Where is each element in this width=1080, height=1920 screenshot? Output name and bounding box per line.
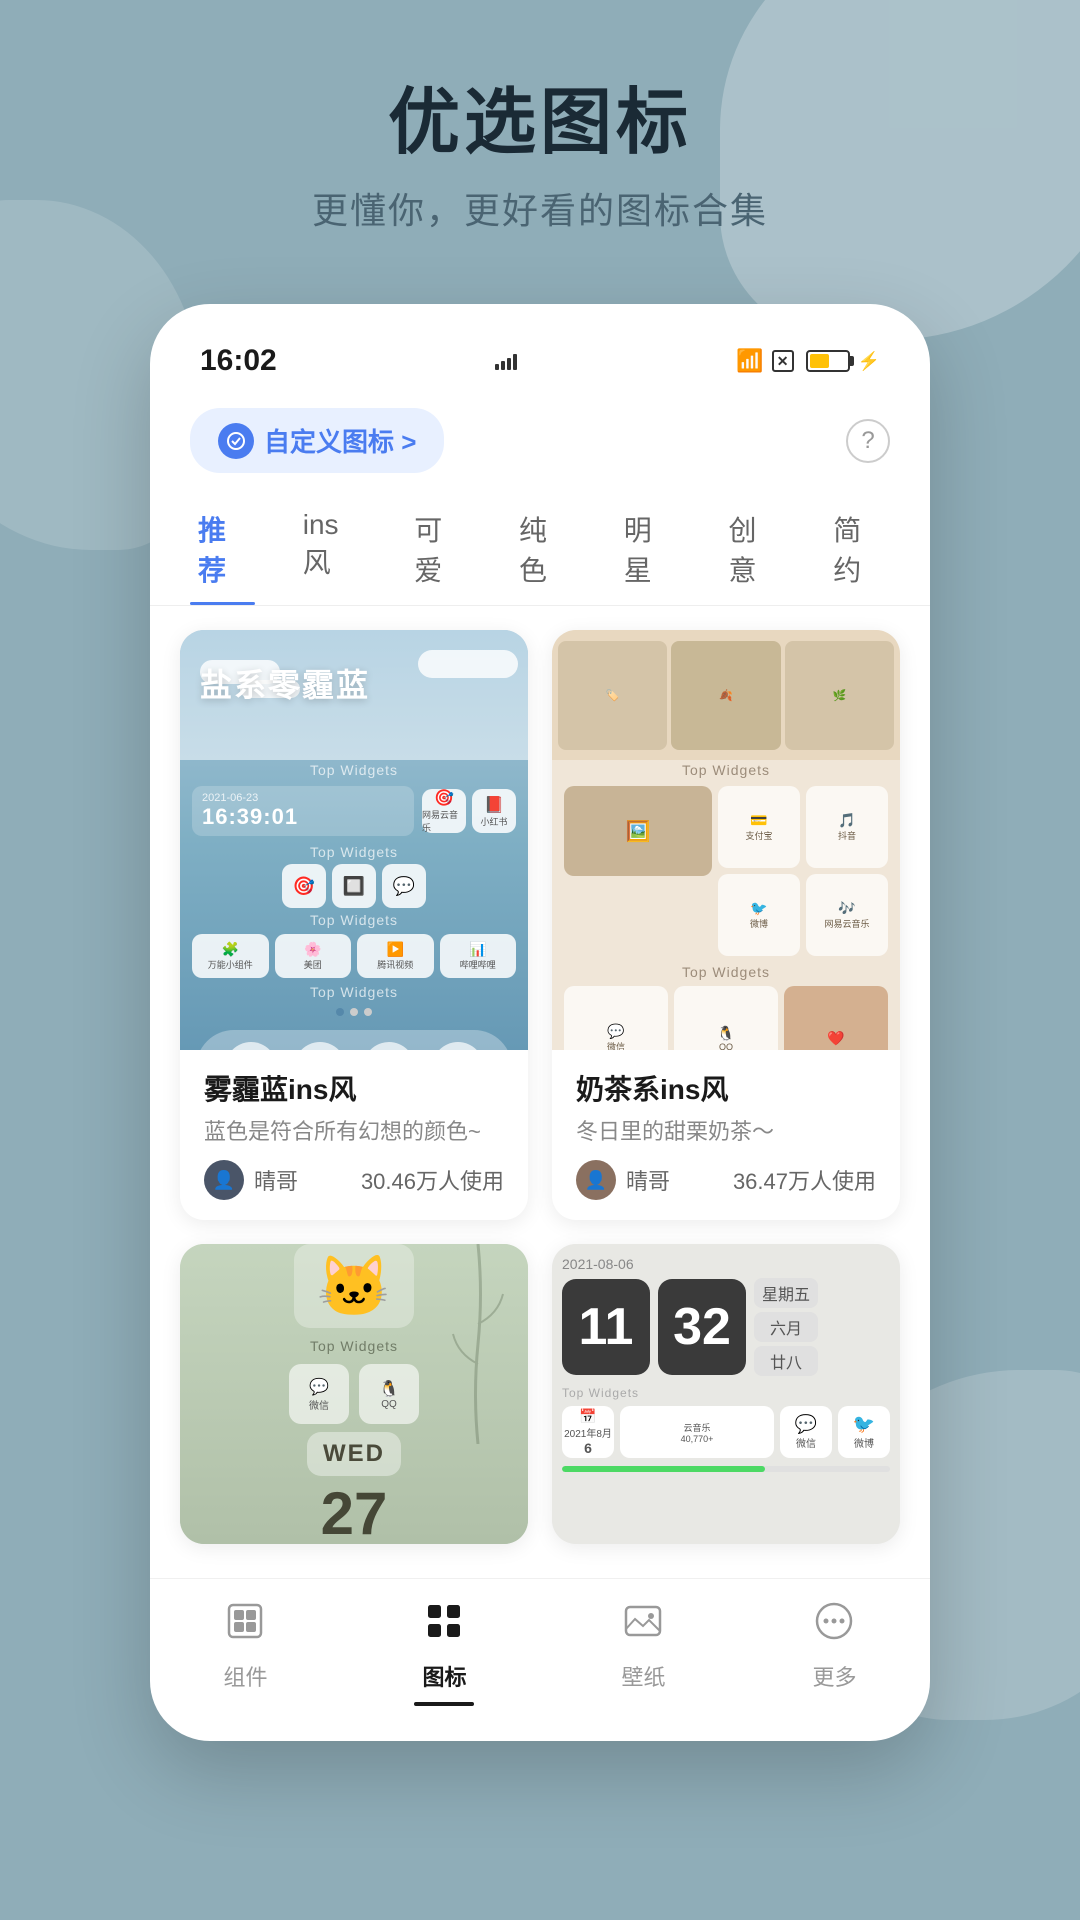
page-title: 优选图标 [0, 80, 1080, 166]
nav-icon-tab[interactable]: 图标 [414, 1599, 474, 1706]
nav-widget-icon [223, 1599, 267, 1654]
minute-block: 32 [658, 1279, 746, 1375]
custom-banner: 自定义图标 > ? [190, 408, 890, 473]
top-widgets-4: Top Widgets [180, 982, 528, 1002]
card-meta-blue: 👤 晴哥 30.46万人使用 [204, 1160, 504, 1200]
usage-count-blue: 30.46万人使用 [361, 1164, 504, 1196]
tab-creative[interactable]: 创意 [721, 493, 786, 605]
tab-recommended[interactable]: 推荐 [190, 493, 255, 605]
blue-sky: 盐系零霾蓝 [180, 630, 528, 760]
top-widgets-2: Top Widgets [180, 842, 528, 862]
status-icons: 📶 ✕ ⚡ [736, 348, 880, 374]
weekday-tag: 星期五 [754, 1278, 818, 1308]
tab-solid[interactable]: 纯色 [511, 493, 576, 605]
page-subtitle: 更懂你，更好看的图标合集 [0, 182, 1080, 234]
lightning-icon: ⚡ [858, 351, 880, 372]
dock-phone: 📞 [225, 1042, 277, 1050]
author-avatar-milk: 👤 [576, 1160, 616, 1200]
x-icon: ✕ [772, 350, 794, 372]
help-icon-label: ? [861, 427, 874, 455]
nav-more-icon [812, 1599, 856, 1654]
nav-more-label: 更多 [812, 1660, 856, 1692]
tab-simple[interactable]: 简约 [825, 493, 890, 605]
digital-date: 2021-08-06 [562, 1256, 890, 1272]
nav-widget[interactable]: 组件 [223, 1599, 267, 1706]
top-widgets-milk: Top Widgets [552, 760, 900, 780]
hour-block: 11 [562, 1279, 650, 1375]
blue-dock: 📞 ✉️ 💬 📷 [196, 1030, 512, 1050]
usage-count-milk: 36.47万人使用 [733, 1164, 876, 1196]
top-widgets-milk2: Top Widgets [552, 962, 900, 982]
custom-btn-label: 自定义图标 > [264, 422, 416, 459]
nav-widget-label: 组件 [223, 1660, 267, 1692]
author-name-milk: 晴哥 [626, 1164, 670, 1196]
wifi-icon: 📶 [736, 348, 763, 374]
card-desc-blue: 蓝色是符合所有幻想的颜色~ [204, 1114, 504, 1146]
custom-btn-icon [218, 423, 254, 459]
lunar-month: 六月 [754, 1312, 818, 1342]
lunar-day: 廿八 [754, 1346, 818, 1376]
theme-preview-cat: 🐱 Top Widgets 💬微信 🐧QQ WED 27 [180, 1244, 528, 1544]
card-title-milk: 奶茶系ins风 [576, 1068, 876, 1108]
top-widgets-digital: Top Widgets [562, 1384, 890, 1402]
theme-grid: 👑 盐系零霾蓝 Top Widgets 2021-06-23 16:39:0 [150, 606, 930, 1568]
nav-wallpaper[interactable]: 壁纸 [621, 1599, 665, 1706]
top-widgets-3: Top Widgets [180, 910, 528, 930]
author-name-blue: 晴哥 [254, 1164, 298, 1196]
card-desc-milk: 冬日里的甜栗奶茶～ [576, 1114, 876, 1146]
dock-message: 💬 [363, 1042, 415, 1050]
nav-wallpaper-icon [621, 1599, 665, 1654]
blue-theme-title: 盐系零霾蓝 [200, 660, 370, 706]
card-title-blue: 雾霾蓝ins风 [204, 1068, 504, 1108]
card-info-blue: 雾霾蓝ins风 蓝色是符合所有幻想的颜色~ 👤 晴哥 30.46万人使用 [180, 1050, 528, 1220]
nav-more[interactable]: 更多 [812, 1599, 856, 1706]
theme-preview-blue: 👑 盐系零霾蓝 Top Widgets 2021-06-23 16:39:0 [180, 630, 528, 1050]
tab-bar: 推荐 ins风 可爱 纯色 明星 创意 简约 [150, 493, 930, 606]
dock-camera: 📷 [432, 1042, 484, 1050]
author-avatar-blue: 👤 [204, 1160, 244, 1200]
card-info-milk: 奶茶系ins风 冬日里的甜栗奶茶～ 👤 晴哥 36.47万人使用 [552, 1050, 900, 1220]
milk-top: 🏷️ 🍂 🌿 [552, 630, 900, 760]
card-meta-milk: 👤 晴哥 36.47万人使用 [576, 1160, 876, 1200]
theme-card-cat[interactable]: 🐱 Top Widgets 💬微信 🐧QQ WED 27 [180, 1244, 528, 1544]
theme-preview-digital: 2021-08-06 11 32 星期五 六月 廿八 Top Widgets [552, 1244, 900, 1544]
nav-icon-tab-icon [422, 1599, 466, 1654]
blue-pagination [180, 1002, 528, 1022]
theme-card-blue[interactable]: 👑 盐系零霾蓝 Top Widgets 2021-06-23 16:39:0 [180, 630, 528, 1220]
help-button[interactable]: ? [846, 419, 890, 463]
nav-active-indicator [414, 1702, 474, 1706]
theme-card-milk[interactable]: 🏷️ 🍂 🌿 Top Widgets 🖼️ 💳支付宝 🎵抖音 [552, 630, 900, 1220]
tab-ins[interactable]: ins风 [295, 493, 367, 605]
nav-wallpaper-label: 壁纸 [621, 1660, 665, 1692]
tab-cute[interactable]: 可爱 [406, 493, 471, 605]
signal-icon [495, 352, 517, 370]
phone-frame: 16:02 📶 ✕ ⚡ 自定义图标 > [150, 304, 930, 1741]
custom-icon-button[interactable]: 自定义图标 > [190, 408, 444, 473]
dock-mail: ✉️ [294, 1042, 346, 1050]
status-time: 16:02 [200, 344, 277, 378]
top-widgets-1: Top Widgets [180, 760, 528, 780]
bottom-nav: 组件 图标 壁纸 [150, 1578, 930, 1741]
battery-icon [806, 350, 850, 372]
tab-star[interactable]: 明星 [616, 493, 681, 605]
status-bar: 16:02 📶 ✕ ⚡ [150, 334, 930, 388]
nav-icon-label: 图标 [422, 1660, 466, 1692]
theme-card-digital[interactable]: 2021-08-06 11 32 星期五 六月 廿八 Top Widgets [552, 1244, 900, 1544]
theme-preview-milk: 🏷️ 🍂 🌿 Top Widgets 🖼️ 💳支付宝 🎵抖音 [552, 630, 900, 1050]
top-widgets-cat: Top Widgets [310, 1336, 398, 1356]
